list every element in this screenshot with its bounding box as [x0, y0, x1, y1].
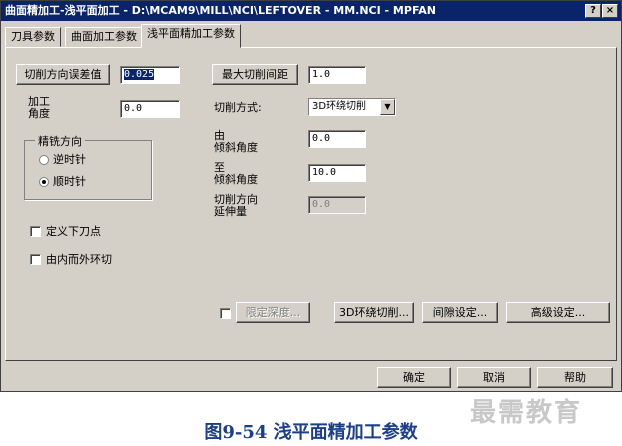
- direction-group-title: 精铣方向: [35, 133, 85, 149]
- angle-input[interactable]: 0.0: [120, 100, 180, 118]
- to-angle-label: 至 倾斜角度: [214, 161, 258, 186]
- tab-surface-params[interactable]: 曲面加工参数: [65, 27, 143, 47]
- ok-button[interactable]: 确定: [377, 367, 451, 388]
- ccw-radio[interactable]: [39, 155, 49, 165]
- ccw-label: 逆时针: [53, 153, 86, 166]
- loop-cut-button[interactable]: 3D环绕切削...: [334, 302, 414, 323]
- title-bar[interactable]: 曲面精加工-浅平面加工 - D:\MCAM9\MILL\NCI\LEFTOVER…: [1, 1, 621, 21]
- angle-label: 加工 角度: [28, 95, 50, 120]
- close-button[interactable]: ×: [602, 4, 618, 18]
- from-angle-input[interactable]: 0.0: [308, 130, 366, 148]
- tab-shallow-finish-params[interactable]: 浅平面精加工参数: [141, 24, 241, 48]
- help-button[interactable]: 帮助: [537, 367, 613, 388]
- extend-label: 切削方向 延伸量: [214, 193, 258, 218]
- cancel-button[interactable]: 取消: [457, 367, 531, 388]
- cw-radio[interactable]: [39, 177, 49, 187]
- cut-mode-value: 3D环绕切削: [312, 101, 367, 112]
- cut-tolerance-input[interactable]: 0.025: [120, 66, 180, 84]
- inside-out-checkbox[interactable]: [30, 254, 41, 265]
- window-title: 曲面精加工-浅平面加工 - D:\MCAM9\MILL\NCI\LEFTOVER…: [5, 4, 436, 17]
- help-title-button[interactable]: ?: [585, 4, 601, 18]
- depth-limit-button: 限定深度...: [236, 302, 310, 323]
- cut-mode-label: 切削方式:: [214, 101, 262, 114]
- depth-limit-checkbox[interactable]: [220, 308, 231, 319]
- entry-point-label: 定义下刀点: [46, 225, 101, 238]
- entry-point-checkbox[interactable]: [30, 226, 41, 237]
- figure-caption: 图9-54 浅平面精加工参数: [204, 422, 418, 443]
- gap-settings-button[interactable]: 间隙设定...: [422, 302, 498, 323]
- advanced-settings-button[interactable]: 高级设定...: [506, 302, 610, 323]
- max-step-button[interactable]: 最大切削间距: [212, 64, 298, 85]
- cw-label: 顺时针: [53, 175, 86, 188]
- dialog-window: 曲面精加工-浅平面加工 - D:\MCAM9\MILL\NCI\LEFTOVER…: [0, 0, 622, 392]
- direction-group: 精铣方向 逆时针 顺时针: [24, 133, 152, 200]
- tab-tool-params[interactable]: 刀具参数: [5, 27, 61, 47]
- max-step-input[interactable]: 1.0: [308, 66, 366, 84]
- cut-mode-select[interactable]: 3D环绕切削 ▼: [308, 98, 396, 116]
- from-angle-label: 由 倾斜角度: [214, 129, 258, 154]
- chevron-down-icon[interactable]: ▼: [380, 99, 395, 115]
- params-panel: 切削方向误差值 0.025 加工 角度 0.0 精铣方向 逆时针 顺时针 定义下…: [5, 47, 617, 361]
- cut-tolerance-button[interactable]: 切削方向误差值: [16, 64, 110, 85]
- to-angle-input[interactable]: 10.0: [308, 164, 366, 182]
- extend-input: 0.0: [308, 196, 366, 214]
- inside-out-label: 由内而外环切: [46, 253, 112, 266]
